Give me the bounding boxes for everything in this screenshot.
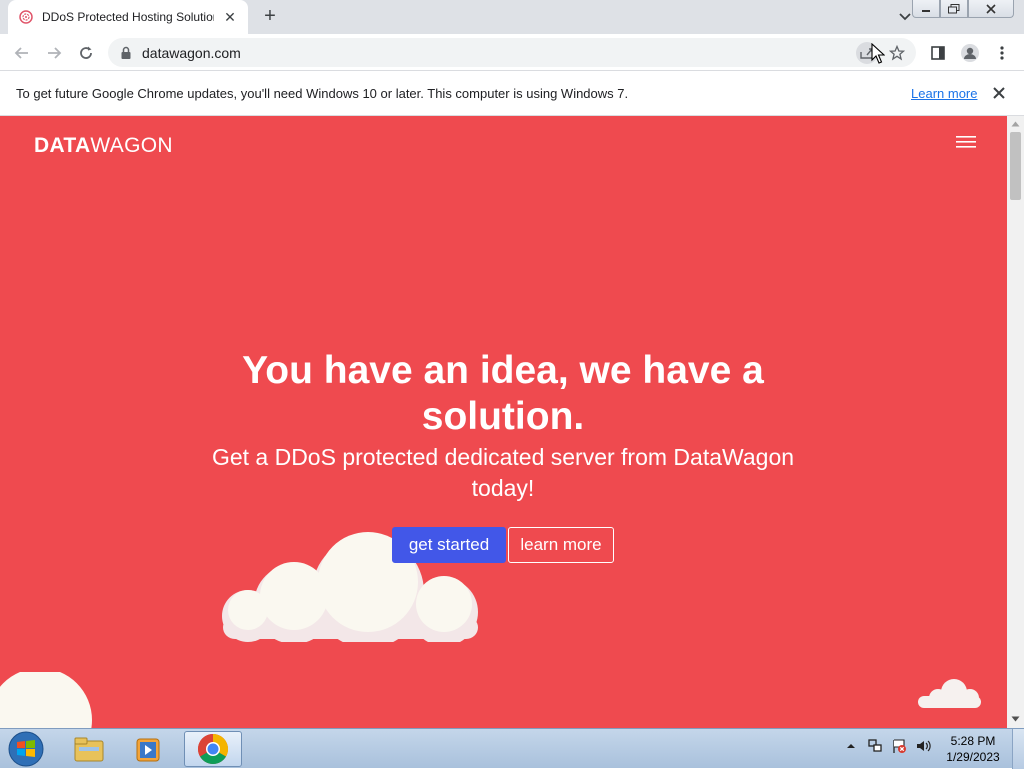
back-button[interactable] <box>10 41 34 65</box>
windows-taskbar: 5:28 PM 1/29/2023 <box>0 728 1024 769</box>
page-scrollbar[interactable] <box>1007 116 1024 728</box>
action-center-flag-icon[interactable] <box>890 737 908 755</box>
reload-icon <box>80 46 92 59</box>
tab-strip: DDoS Protected Hosting Solution ✕ + <box>0 0 1024 34</box>
network-icon[interactable] <box>866 737 884 755</box>
lock-icon <box>121 46 131 59</box>
tab-close-icon[interactable]: ✕ <box>222 9 238 26</box>
learn-more-link[interactable]: Learn more <box>911 86 977 101</box>
chrome-icon <box>197 734 229 765</box>
forward-button[interactable] <box>42 41 66 65</box>
side-panel-button[interactable] <box>926 41 950 65</box>
logo-bold-text: DATA <box>34 134 91 157</box>
get-started-button[interactable]: get started <box>392 527 506 563</box>
chrome-menu-button[interactable] <box>990 41 1014 65</box>
close-window-button[interactable] <box>968 0 1014 18</box>
hero-title: You have an idea, we have a solution. <box>242 349 764 438</box>
tab-title: DDoS Protected Hosting Solution <box>42 10 214 24</box>
learn-more-button[interactable]: learn more <box>508 527 614 563</box>
reload-button[interactable] <box>74 41 98 65</box>
profile-avatar-icon <box>961 44 979 62</box>
windows-start-icon[interactable] <box>6 730 46 768</box>
page-viewport: DATAWAGON You have an idea, we have a so… <box>0 116 1024 728</box>
media-player-icon <box>136 738 160 762</box>
scrollbar-thumb[interactable] <box>1010 132 1021 200</box>
infobar-close-icon[interactable] <box>990 84 1008 102</box>
system-tray <box>842 737 932 755</box>
profile-button[interactable] <box>958 41 982 65</box>
address-bar[interactable]: datawagon.com <box>108 38 916 67</box>
bookmark-button[interactable] <box>886 42 908 64</box>
back-arrow-icon <box>14 47 28 59</box>
star-icon <box>889 45 905 61</box>
taskbar-chrome-button[interactable] <box>184 731 242 767</box>
hero-subtitle: Get a DDoS protected dedicated server fr… <box>211 444 795 501</box>
system-clock[interactable]: 5:28 PM 1/29/2023 <box>940 733 1006 765</box>
kebab-menu-icon <box>1000 46 1004 60</box>
scroll-up-arrow-icon[interactable] <box>1011 120 1020 128</box>
minimize-icon <box>922 9 930 12</box>
small-cloud-illustration <box>918 679 981 708</box>
logo-light-text: WAGON <box>90 134 173 157</box>
browser-tab[interactable]: DDoS Protected Hosting Solution ✕ <box>8 0 248 34</box>
site-logo[interactable]: DATAWAGON <box>34 134 173 158</box>
close-window-icon <box>986 3 996 14</box>
clock-date: 1/29/2023 <box>946 750 1000 764</box>
windows-explorer-icon <box>74 737 104 762</box>
clock-time: 5:28 PM <box>950 734 996 748</box>
minimize-button[interactable] <box>912 0 940 18</box>
new-tab-button[interactable]: + <box>258 5 282 29</box>
corner-cloud-illustration <box>0 672 92 728</box>
address-text: datawagon.com <box>142 44 241 61</box>
datawagon-favicon-icon <box>19 10 33 24</box>
tray-expand-icon[interactable] <box>842 737 860 755</box>
restore-icon <box>948 3 960 13</box>
volume-icon[interactable] <box>914 737 932 755</box>
forward-arrow-icon <box>48 47 62 59</box>
show-desktop-button[interactable] <box>1012 729 1024 769</box>
mouse-cursor-icon <box>871 43 885 64</box>
scroll-down-arrow-icon[interactable] <box>1011 715 1020 723</box>
hamburger-menu-icon[interactable] <box>956 135 976 149</box>
update-infobar: To get future Google Chrome updates, you… <box>0 71 1024 116</box>
side-panel-icon <box>931 46 945 60</box>
taskbar-media-player-button[interactable] <box>120 731 178 767</box>
hero-buttons: get started learn more <box>392 527 614 563</box>
infobar-message: To get future Google Chrome updates, you… <box>16 85 629 101</box>
taskbar-explorer-button[interactable] <box>60 731 118 767</box>
restore-button[interactable] <box>940 0 968 18</box>
window-controls <box>912 0 1014 18</box>
